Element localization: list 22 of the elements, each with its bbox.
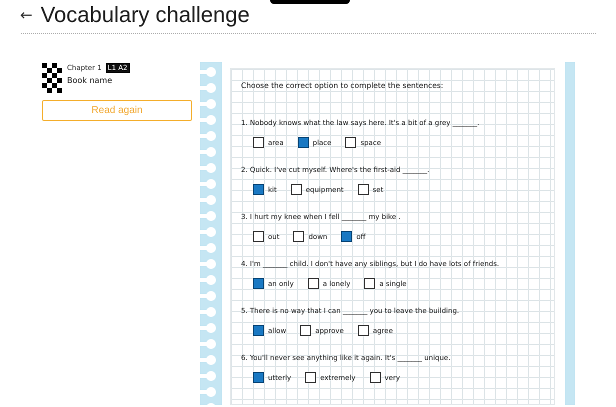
checkbox[interactable] — [370, 372, 381, 383]
checkbox[interactable] — [253, 184, 264, 195]
book-name: Book name — [67, 76, 114, 85]
checkbox[interactable] — [293, 231, 304, 242]
checkbox[interactable] — [305, 372, 316, 383]
checkbox[interactable] — [253, 231, 264, 242]
back-button[interactable]: ← — [20, 6, 33, 24]
checkbox[interactable] — [358, 184, 369, 195]
checkbox[interactable] — [345, 137, 356, 148]
checkbox[interactable] — [308, 278, 319, 289]
book-cover-icon — [42, 62, 62, 94]
checkbox[interactable] — [253, 325, 264, 336]
checkbox[interactable] — [364, 278, 376, 289]
page-title: Vocabulary challenge — [40, 2, 250, 28]
checkbox[interactable] — [300, 325, 312, 336]
checkbox[interactable] — [298, 137, 309, 148]
checkbox[interactable] — [341, 231, 352, 242]
checkbox[interactable] — [290, 184, 302, 195]
checkbox[interactable] — [253, 137, 264, 148]
checkbox[interactable] — [358, 325, 369, 336]
checkbox[interactable] — [253, 372, 264, 383]
checkbox[interactable] — [253, 278, 264, 289]
